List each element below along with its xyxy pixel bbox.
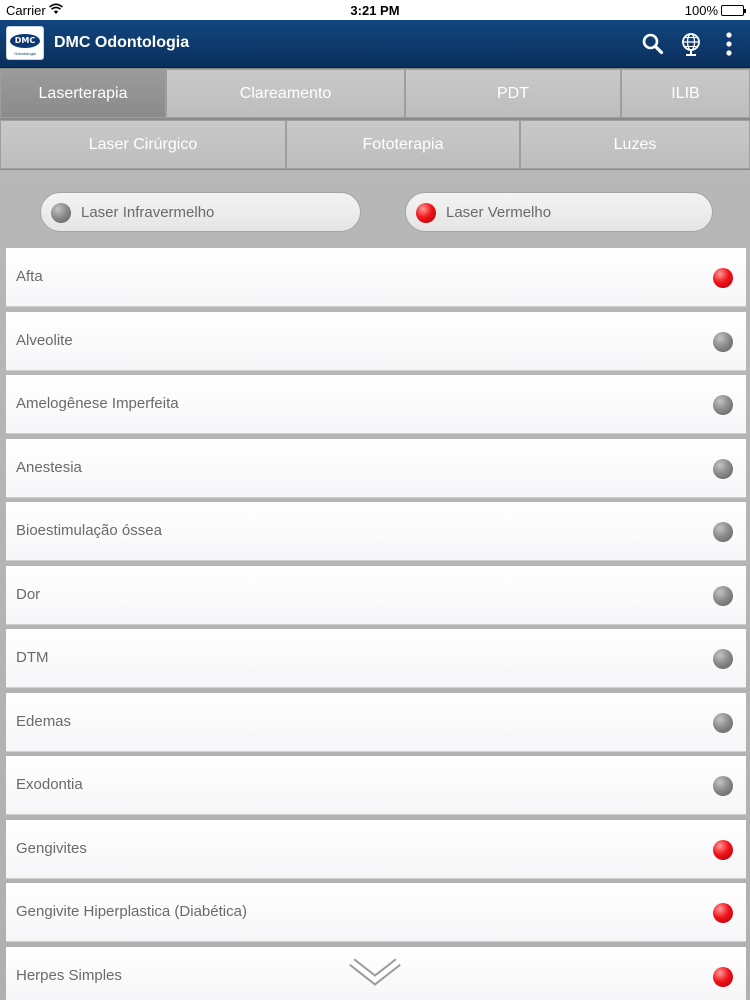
red-dot-icon <box>713 268 733 288</box>
battery-icon <box>721 5 746 16</box>
list-item-label: Dor <box>16 585 41 603</box>
list-item[interactable]: Alveolite <box>6 311 746 371</box>
filter-laser-infravermelho[interactable]: Laser Infravermelho <box>40 192 361 232</box>
list-item[interactable]: Edemas <box>6 692 746 752</box>
tab-laser-cirurgico[interactable]: Laser Cirúrgico <box>0 120 286 169</box>
list-item-label: Amelogênese Imperfeita <box>16 395 179 412</box>
list-item[interactable]: Anestesia <box>6 438 746 498</box>
nav-bar: DMC Odontologia DMC Odontologia <box>0 20 750 68</box>
red-dot-icon <box>713 903 733 923</box>
category-tabs: Laserterapia Clareamento PDT ILIB Laser … <box>0 68 750 170</box>
gray-dot-icon <box>713 395 733 415</box>
gray-dot-icon <box>713 522 733 542</box>
app-logo: DMC Odontologia <box>6 26 44 60</box>
list-item[interactable]: Gengivite Hiperplastica (Diabética) <box>6 883 746 942</box>
gray-dot-icon <box>713 585 733 606</box>
tab-luzes[interactable]: Luzes <box>520 120 750 169</box>
status-bar: Carrier 3:21 PM 100% <box>0 0 750 20</box>
list-item-label: Anestesia <box>16 458 82 476</box>
gray-dot-icon <box>713 649 733 669</box>
list-item-label: Afta <box>16 268 43 285</box>
battery-percent: 100% <box>684 3 718 18</box>
tab-ilib[interactable]: ILIB <box>621 69 750 118</box>
red-dot-icon <box>713 839 733 860</box>
gray-dot-icon <box>713 458 733 479</box>
list-item-label: Gengivites <box>16 839 87 857</box>
list-item-label: DTM <box>16 649 49 666</box>
list-item-label: Edemas <box>16 712 72 730</box>
gray-dot-icon <box>713 331 733 352</box>
more-vertical-icon[interactable] <box>716 31 742 57</box>
filter-label: Laser Vermelho <box>446 204 552 221</box>
filter-label: Laser Infravermelho <box>81 204 215 221</box>
list-item[interactable]: Bioestimulação óssea <box>6 502 746 561</box>
red-dot-icon <box>416 203 436 223</box>
tab-fototerapia[interactable]: Fototerapia <box>286 120 520 169</box>
globe-icon[interactable] <box>678 31 704 57</box>
list-item-label: Herpes Simples <box>16 966 122 984</box>
tab-pdt[interactable]: PDT <box>405 69 621 118</box>
list-item[interactable]: Amelogênese Imperfeita <box>6 375 746 434</box>
red-dot-icon <box>713 966 733 987</box>
tab-laserterapia[interactable]: Laserterapia <box>0 69 166 118</box>
filter-laser-vermelho[interactable]: Laser Vermelho <box>405 192 713 232</box>
gray-dot-icon <box>713 776 733 796</box>
list-item-label: Alveolite <box>16 331 73 349</box>
list-item-label: Bioestimulação óssea <box>16 522 162 539</box>
list-item-label: Exodontia <box>16 776 83 793</box>
list-item[interactable]: Exodontia <box>6 756 746 815</box>
gray-dot-icon <box>51 203 71 223</box>
list-item[interactable]: DTM <box>6 629 746 688</box>
gray-dot-icon <box>713 712 733 733</box>
logo-text: DMC <box>10 34 40 48</box>
chevron-down-icon[interactable] <box>348 956 402 988</box>
list-item[interactable]: Afta <box>6 248 746 307</box>
list-item[interactable]: Gengivites <box>6 819 746 879</box>
tab-clareamento[interactable]: Clareamento <box>166 69 405 118</box>
list-item[interactable]: Dor <box>6 565 746 625</box>
status-time: 3:21 PM <box>350 3 400 18</box>
app-title: DMC Odontologia <box>54 34 190 51</box>
logo-subtext: Odontologia <box>14 51 36 56</box>
search-icon[interactable] <box>640 31 666 57</box>
list-item-label: Gengivite Hiperplastica (Diabética) <box>16 903 247 920</box>
